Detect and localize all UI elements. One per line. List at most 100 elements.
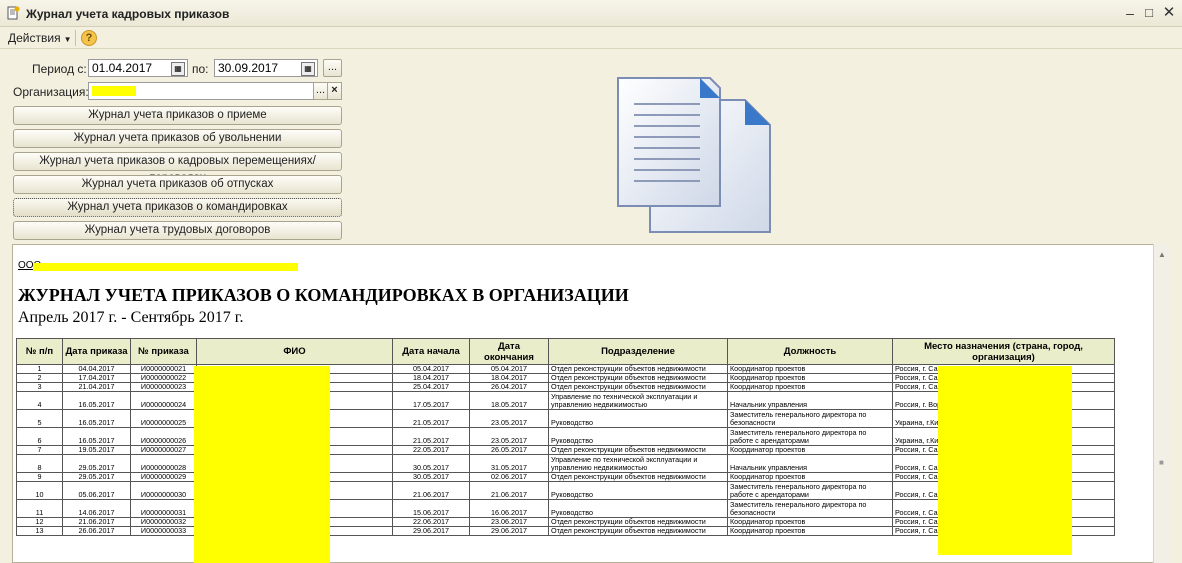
table-cell: 29.05.2017: [62, 472, 131, 482]
table-cell: И0000000023: [130, 382, 197, 392]
close-button[interactable]: ✕: [1161, 5, 1177, 21]
table-cell: 23.06.2017: [469, 517, 549, 527]
journal-labor-contracts-button[interactable]: Журнал учета трудовых договоров: [13, 221, 342, 240]
period-from-value: 01.04.2017: [92, 61, 153, 75]
table-cell: И0000000027: [130, 445, 197, 455]
period-to-field[interactable]: 30.09.2017 ▦: [214, 59, 318, 77]
column-header: № приказа: [130, 338, 197, 365]
journal-vacations-button[interactable]: Журнал учета приказов об отпусках: [13, 175, 342, 194]
title-bar: Журнал учета кадровых приказов – □ ✕: [0, 0, 1182, 27]
column-header: Дата окончания: [469, 338, 549, 365]
table-cell: И0000000024: [130, 391, 197, 410]
table-cell: 16.06.2017: [469, 499, 549, 518]
table-cell: 15.06.2017: [392, 499, 470, 518]
period-to-label: по:: [192, 62, 209, 76]
table-cell: И0000000032: [130, 517, 197, 527]
period-to-value: 30.09.2017: [218, 61, 279, 75]
table-cell: И0000000025: [130, 409, 197, 428]
table-cell: И0000000031: [130, 499, 197, 518]
report-period: Апрель 2017 г. - Сентябрь 2017 г.: [18, 309, 244, 326]
journal-hiring-button[interactable]: Журнал учета приказов о приеме: [13, 106, 342, 125]
table-cell: 13: [16, 526, 63, 536]
vertical-scrollbar[interactable]: ▲ ■: [1153, 244, 1170, 563]
window-title: Журнал учета кадровых приказов: [26, 7, 230, 21]
table-cell: Отдел реконструкции объектов недвижимост…: [548, 526, 728, 536]
journal-dismissal-button[interactable]: Журнал учета приказов об увольнении: [13, 129, 342, 148]
table-cell: Руководство: [548, 481, 728, 500]
table-cell: Управление по технической эксплуатации и…: [548, 391, 728, 410]
table-cell: 30.05.2017: [392, 472, 470, 482]
table-cell: Руководство: [548, 427, 728, 446]
redacted-names: [194, 366, 330, 563]
table-cell: 25.04.2017: [392, 382, 470, 392]
menu-bar: Действия ▼ ?: [0, 27, 1182, 49]
table-cell: 5: [16, 409, 63, 428]
organization-select-button[interactable]: ...: [313, 82, 328, 100]
table-cell: Координатор проектов: [727, 526, 893, 536]
redacted-organization-name: [33, 263, 298, 271]
chevron-down-icon: ▼: [63, 35, 72, 44]
journal-transfers-button[interactable]: Журнал учета приказов о кадровых перемещ…: [13, 152, 342, 184]
table-cell: 18.04.2017: [469, 373, 549, 383]
report-title: ЖУРНАЛ УЧЕТА ПРИКАЗОВ О КОМАНДИРОВКАХ В …: [18, 285, 629, 305]
maximize-button[interactable]: □: [1141, 5, 1157, 21]
table-cell: Управление по технической эксплуатации и…: [548, 454, 728, 473]
table-cell: 9: [16, 472, 63, 482]
column-header: ФИО: [196, 338, 393, 365]
minimize-button[interactable]: –: [1122, 5, 1138, 21]
table-cell: 11: [16, 499, 63, 518]
table-cell: Заместитель генерального директора по ра…: [727, 427, 893, 446]
table-cell: Руководство: [548, 409, 728, 428]
table-cell: 18.04.2017: [392, 373, 470, 383]
table-cell: Координатор проектов: [727, 517, 893, 527]
column-header: Место назначения (страна, город, организ…: [892, 338, 1115, 365]
scroll-up-icon[interactable]: ▲: [1158, 250, 1166, 259]
table-cell: 21.06.2017: [469, 481, 549, 500]
table-cell: 7: [16, 445, 63, 455]
calendar-icon[interactable]: ▦: [301, 62, 315, 76]
table-cell: 23.05.2017: [469, 409, 549, 428]
table-cell: Отдел реконструкции объектов недвижимост…: [548, 382, 728, 392]
calendar-icon[interactable]: ▦: [171, 62, 185, 76]
organization-field[interactable]: [88, 82, 315, 100]
table-cell: Отдел реконструкции объектов недвижимост…: [548, 472, 728, 482]
column-header: № п/п: [16, 338, 63, 365]
organization-clear-button[interactable]: ×: [327, 82, 342, 100]
table-cell: Отдел реконструкции объектов недвижимост…: [548, 517, 728, 527]
table-cell: 1: [16, 364, 63, 374]
table-cell: 21.04.2017: [62, 382, 131, 392]
table-cell: И0000000021: [130, 364, 197, 374]
table-cell: Отдел реконструкции объектов недвижимост…: [548, 364, 728, 374]
column-header: Дата приказа: [62, 338, 131, 365]
table-cell: 18.05.2017: [469, 391, 549, 410]
table-cell: Заместитель генерального директора по ра…: [727, 481, 893, 500]
table-cell: И0000000022: [130, 373, 197, 383]
table-cell: Координатор проектов: [727, 382, 893, 392]
table-cell: 16.05.2017: [62, 409, 131, 428]
period-from-label: Период с:: [32, 62, 87, 76]
table-cell: Начальник управления: [727, 454, 893, 473]
table-cell: И0000000029: [130, 472, 197, 482]
column-header: Дата начала: [392, 338, 470, 365]
table-cell: 16.05.2017: [62, 391, 131, 410]
table-cell: 23.05.2017: [469, 427, 549, 446]
organization-label: Организация:: [13, 85, 89, 99]
table-cell: Координатор проектов: [727, 472, 893, 482]
table-cell: 02.06.2017: [469, 472, 549, 482]
table-cell: Заместитель генерального директора по бе…: [727, 409, 893, 428]
table-cell: 29.06.2017: [469, 526, 549, 536]
table-cell: Координатор проектов: [727, 445, 893, 455]
help-icon[interactable]: ?: [81, 30, 97, 46]
table-cell: И0000000030: [130, 481, 197, 500]
table-cell: 2: [16, 373, 63, 383]
scroll-grip-icon[interactable]: ■: [1159, 458, 1164, 467]
period-select-button[interactable]: ...: [323, 59, 342, 77]
actions-menu[interactable]: Действия ▼: [8, 31, 72, 45]
table-cell: 21.05.2017: [392, 409, 470, 428]
period-from-field[interactable]: 01.04.2017 ▦: [88, 59, 188, 77]
table-cell: Отдел реконструкции объектов недвижимост…: [548, 373, 728, 383]
table-cell: 10: [16, 481, 63, 500]
table-cell: 17.05.2017: [392, 391, 470, 410]
journal-business-trips-button[interactable]: Журнал учета приказов о командировках: [13, 198, 342, 217]
table-cell: 26.06.2017: [62, 526, 131, 536]
